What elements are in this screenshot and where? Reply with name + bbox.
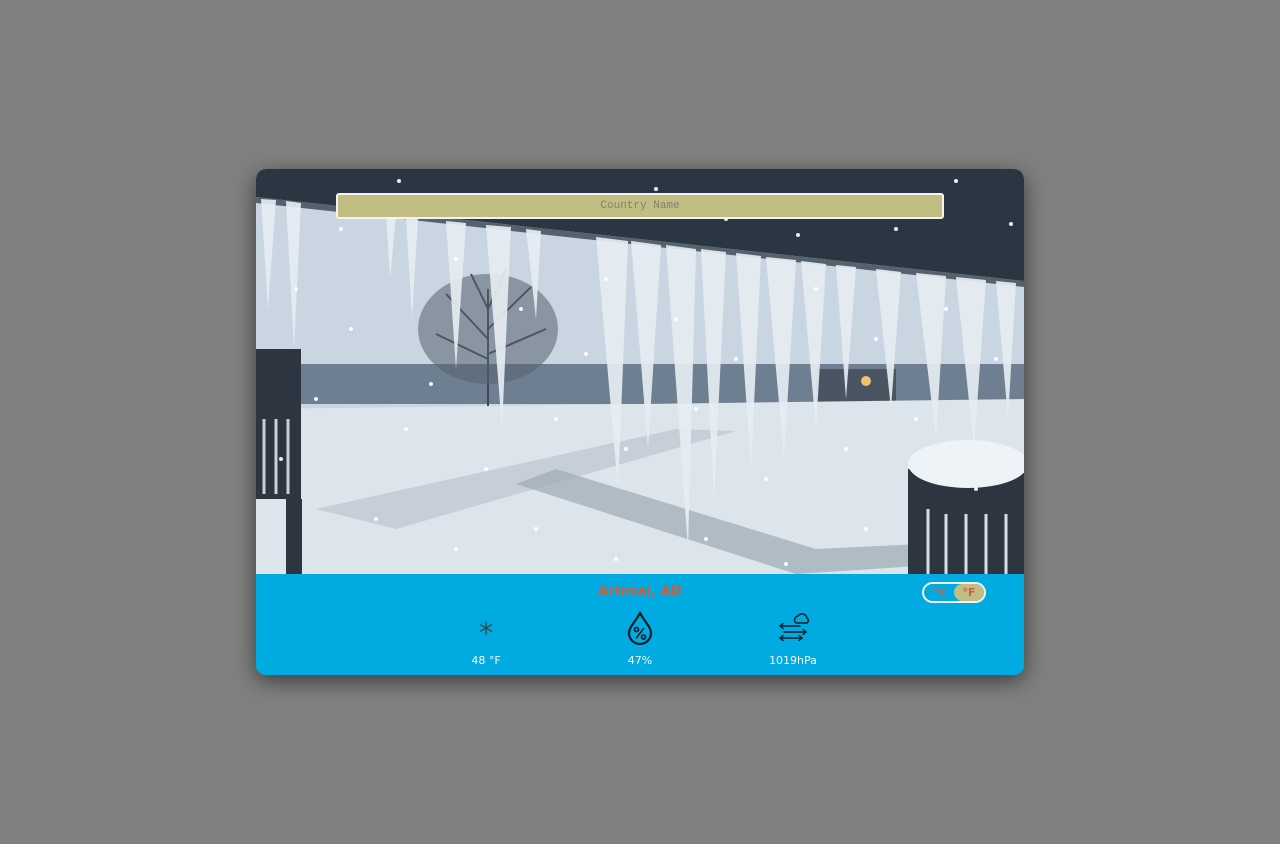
weather-card: Arinsal, AD °C °F 48 °F <box>256 169 1024 675</box>
pressure-value: 1019hPa <box>769 654 817 667</box>
weather-info-panel: Arinsal, AD °C °F 48 °F 47% 1019hPa <box>256 574 1024 675</box>
temperature-metric: 48 °F <box>436 610 536 667</box>
humidity-drop-icon <box>590 610 690 646</box>
unit-fahrenheit-option[interactable]: °F <box>954 584 984 601</box>
snow-scene-illustration <box>256 169 1024 574</box>
snowy-background-image <box>256 169 1024 574</box>
unit-celsius-option[interactable]: °C <box>925 584 955 601</box>
country-search-input[interactable] <box>336 193 944 219</box>
wind-cloud-icon <box>743 610 843 646</box>
snowflake-icon <box>436 610 536 646</box>
humidity-metric: 47% <box>590 610 690 667</box>
temperature-value: 48 °F <box>471 654 501 667</box>
humidity-value: 47% <box>627 654 653 667</box>
unit-toggle[interactable]: °C °F <box>922 582 986 603</box>
location-label: Arinsal, AD <box>598 584 682 599</box>
pressure-metric: 1019hPa <box>743 610 843 667</box>
